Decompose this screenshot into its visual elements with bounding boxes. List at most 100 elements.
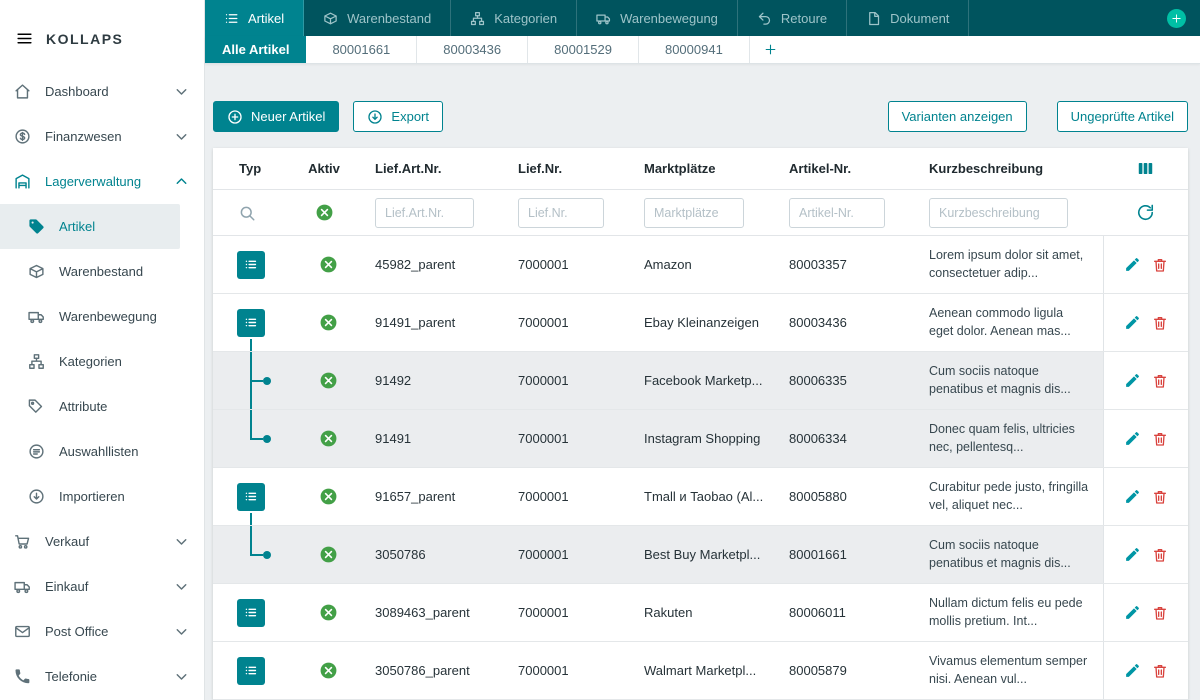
filter-input-lief-art-nr[interactable] xyxy=(375,198,474,228)
delete-icon[interactable] xyxy=(1152,663,1168,679)
type-list-icon[interactable] xyxy=(237,309,265,337)
delete-icon[interactable] xyxy=(1152,431,1168,447)
edit-icon[interactable] xyxy=(1124,430,1141,447)
column-settings-button[interactable] xyxy=(1103,159,1188,178)
app-logo: KOLLAPS xyxy=(46,31,123,47)
add-subtab-button[interactable] xyxy=(750,36,791,63)
sidebar-item-warenbestand[interactable]: Warenbestand xyxy=(0,249,204,294)
delete-icon[interactable] xyxy=(1152,373,1168,389)
new-article-button[interactable]: Neuer Artikel xyxy=(213,101,339,132)
active-icon[interactable] xyxy=(315,203,334,222)
tab-dokument[interactable]: Dokument xyxy=(847,0,969,36)
filter-aktiv[interactable] xyxy=(281,203,367,222)
edit-icon[interactable] xyxy=(1124,314,1141,331)
table-row[interactable]: 914927000001Facebook Marketp...80006335C… xyxy=(213,352,1188,410)
active-icon[interactable] xyxy=(319,255,338,274)
table-row[interactable]: 91491_parent7000001Ebay Kleinanzeigen800… xyxy=(213,294,1188,352)
column-header-typ[interactable]: Typ xyxy=(213,161,281,176)
edit-icon[interactable] xyxy=(1124,546,1141,563)
sidebar-item-telefonie[interactable]: Telefonie xyxy=(0,654,204,699)
cell-marktplatz: Instagram Shopping xyxy=(636,431,781,446)
filter-input-lief-nr[interactable] xyxy=(518,198,604,228)
sidebar-item-importieren[interactable]: Importieren xyxy=(0,474,204,519)
delete-icon[interactable] xyxy=(1152,315,1168,331)
cell-aktiv xyxy=(281,255,367,274)
table-row[interactable]: 45982_parent7000001Amazon80003357Lorem i… xyxy=(213,236,1188,294)
column-header-kurzbeschreibung[interactable]: Kurzbeschreibung xyxy=(921,161,1103,176)
filter-input-artikel-nr[interactable] xyxy=(789,198,885,228)
export-button[interactable]: Export xyxy=(353,101,443,132)
table-row[interactable]: 3089463_parent7000001Rakuten80006011Null… xyxy=(213,584,1188,642)
column-header-lief-nr[interactable]: Lief.Nr. xyxy=(510,161,636,176)
delete-icon[interactable] xyxy=(1152,489,1168,505)
active-icon[interactable] xyxy=(319,487,338,506)
delete-icon[interactable] xyxy=(1152,257,1168,273)
sidebar-item-post-office[interactable]: Post Office xyxy=(0,609,204,654)
delete-icon[interactable] xyxy=(1152,605,1168,621)
tab-kategorien[interactable]: Kategorien xyxy=(451,0,577,36)
tree-node-dot xyxy=(263,435,271,443)
cell-typ xyxy=(213,352,281,409)
sidebar-item-attribute[interactable]: Attribute xyxy=(0,384,204,429)
tab-warenbewegung[interactable]: Warenbewegung xyxy=(577,0,738,36)
subtab-label: 80001661 xyxy=(332,42,390,57)
type-list-icon[interactable] xyxy=(237,483,265,511)
sidebar-item-label: Dashboard xyxy=(45,84,109,99)
sidebar-item-dashboard[interactable]: Dashboard xyxy=(0,69,204,114)
sidebar-item-artikel[interactable]: Artikel xyxy=(0,204,180,249)
sidebar-item-auswahllisten[interactable]: Auswahllisten xyxy=(0,429,204,474)
cell-artikel-nr: 80001661 xyxy=(781,547,921,562)
active-icon[interactable] xyxy=(319,661,338,680)
delete-icon[interactable] xyxy=(1152,547,1168,563)
active-icon[interactable] xyxy=(319,429,338,448)
table-row[interactable]: 91657_parent7000001Tmall и Taobao (Al...… xyxy=(213,468,1188,526)
filter-input-kurzbeschreibung[interactable] xyxy=(929,198,1068,228)
type-list-icon[interactable] xyxy=(237,251,265,279)
type-list-icon[interactable] xyxy=(237,657,265,685)
tab-artikel[interactable]: Artikel xyxy=(205,0,304,36)
truck-icon xyxy=(596,11,611,26)
active-icon[interactable] xyxy=(319,603,338,622)
menu-icon[interactable] xyxy=(16,30,33,47)
edit-icon[interactable] xyxy=(1124,372,1141,389)
tab-retoure[interactable]: Retoure xyxy=(738,0,847,36)
sidebar-item-warenbewegung[interactable]: Warenbewegung xyxy=(0,294,204,339)
sidebar-item-label: Warenbewegung xyxy=(59,309,157,324)
show-variants-button[interactable]: Varianten anzeigen xyxy=(888,101,1027,132)
subtab-80000941[interactable]: 80000941 xyxy=(639,36,750,63)
subtab-alle-artikel[interactable]: Alle Artikel xyxy=(205,36,306,63)
active-icon[interactable] xyxy=(319,371,338,390)
table-row[interactable]: 3050786_parent7000001Walmart Marketpl...… xyxy=(213,642,1188,700)
column-header-marktpl-tze[interactable]: Marktplätze xyxy=(636,161,781,176)
sidebar-item-finanzwesen[interactable]: Finanzwesen xyxy=(0,114,204,159)
subtab-80001529[interactable]: 80001529 xyxy=(528,36,639,63)
sidebar-item-lagerverwaltung[interactable]: Lagerverwaltung xyxy=(0,159,204,204)
sidebar-item-verkauf[interactable]: Verkauf xyxy=(0,519,204,564)
unverified-articles-label: Ungeprüfte Artikel xyxy=(1071,109,1174,124)
edit-icon[interactable] xyxy=(1124,256,1141,273)
table-row[interactable]: 914917000001Instagram Shopping80006334Do… xyxy=(213,410,1188,468)
cell-artikel-nr: 80003357 xyxy=(781,257,921,272)
subtab-80003436[interactable]: 80003436 xyxy=(417,36,528,63)
sidebar-item-kategorien[interactable]: Kategorien xyxy=(0,339,204,384)
column-header-lief-art-nr[interactable]: Lief.Art.Nr. xyxy=(367,161,510,176)
column-header-artikel-nr[interactable]: Artikel-Nr. xyxy=(781,161,921,176)
active-icon[interactable] xyxy=(319,545,338,564)
filter-input-marktpl-tze[interactable] xyxy=(644,198,744,228)
unverified-articles-button[interactable]: Ungeprüfte Artikel xyxy=(1057,101,1188,132)
table-row[interactable]: 30507867000001Best Buy Marketpl...800016… xyxy=(213,526,1188,584)
warehouse-icon xyxy=(14,173,31,190)
active-icon[interactable] xyxy=(319,313,338,332)
edit-icon[interactable] xyxy=(1124,662,1141,679)
edit-icon[interactable] xyxy=(1124,604,1141,621)
subtab-80001661[interactable]: 80001661 xyxy=(306,36,417,63)
column-header-aktiv[interactable]: Aktiv xyxy=(281,161,367,176)
cell-lief-nr: 7000001 xyxy=(510,257,636,272)
add-tab-button[interactable] xyxy=(1167,9,1186,28)
refresh-icon[interactable] xyxy=(1136,203,1155,222)
sidebar-item-einkauf[interactable]: Einkauf xyxy=(0,564,204,609)
type-list-icon[interactable] xyxy=(237,599,265,627)
edit-icon[interactable] xyxy=(1124,488,1141,505)
tab-warenbestand[interactable]: Warenbestand xyxy=(304,0,451,36)
cell-lief-art-nr: 91491 xyxy=(367,431,510,446)
